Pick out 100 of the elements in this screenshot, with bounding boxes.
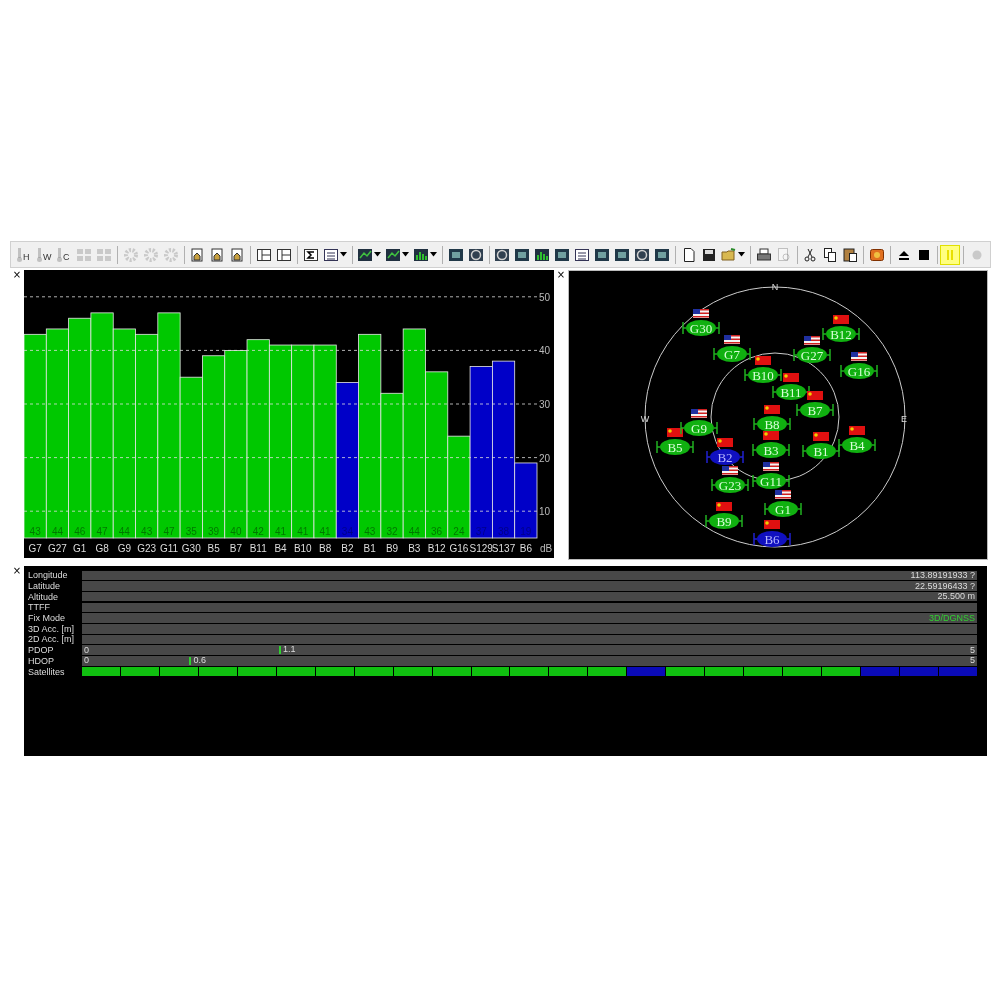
- copy-icon: [822, 246, 839, 263]
- view-icon: [447, 246, 464, 263]
- field-label: HDOP: [28, 655, 55, 666]
- close-button[interactable]: ×: [12, 566, 22, 576]
- axis-label: B3: [408, 543, 421, 554]
- value-label: 41: [274, 526, 287, 537]
- view-icon: [614, 246, 631, 263]
- tick-label: 40: [539, 345, 551, 357]
- field-value: 25.500 m: [936, 592, 976, 602]
- axis-title: dB: [540, 543, 553, 554]
- value-label: 46: [74, 526, 86, 537]
- value-label: 38: [498, 526, 510, 537]
- panel-icon: [275, 246, 292, 263]
- doc-icon: [209, 246, 226, 263]
- axis-label: G16: [449, 543, 469, 554]
- gauge-min: 0: [83, 656, 90, 666]
- field-value: 22.59196433 ?: [913, 581, 976, 591]
- bars-icon: [413, 246, 430, 263]
- axis-label: B7: [229, 543, 242, 554]
- value-label: 39: [208, 526, 220, 537]
- axis-label: B5: [207, 543, 220, 554]
- field-label: 3D Acc. [m]: [28, 623, 75, 634]
- axis-label: B1: [363, 543, 376, 554]
- field-label: Satellites: [28, 666, 66, 677]
- axis-label: S129: [469, 543, 493, 554]
- caret-icon: [738, 252, 746, 257]
- value-label: 43: [29, 526, 41, 537]
- caret-icon: [339, 252, 347, 257]
- axis-label: G11: [159, 543, 179, 554]
- tick-label: 20: [539, 452, 551, 464]
- axis-label: G7: [28, 543, 42, 554]
- axis-label: B8: [319, 543, 332, 554]
- caret-icon: [430, 252, 438, 257]
- axis-label: B9: [385, 543, 399, 554]
- close-button[interactable]: ×: [12, 270, 22, 280]
- value-label: 44: [51, 526, 63, 537]
- value-label: 41: [319, 526, 331, 537]
- tick-label: 30: [539, 399, 551, 410]
- value-label: 47: [163, 526, 175, 537]
- list-icon: [322, 246, 339, 263]
- file-icon: [681, 246, 698, 263]
- chart-icon: [357, 246, 374, 263]
- axis-label: G1: [73, 543, 87, 554]
- cut-icon: [802, 246, 819, 263]
- globe-icon: [634, 246, 651, 263]
- compass-label: N: [771, 282, 779, 292]
- gauge-max: 5: [969, 645, 976, 655]
- gear-icon: [142, 246, 159, 263]
- axis-label: G23: [137, 543, 157, 554]
- field-label: Fix Mode: [28, 613, 66, 624]
- grid-icon: [96, 246, 112, 263]
- axis-label: B11: [249, 543, 267, 554]
- paste-icon: [842, 246, 859, 263]
- value-label: 36: [431, 526, 443, 537]
- value-label: 34: [341, 526, 353, 537]
- axis-label: B6: [519, 543, 532, 554]
- value-label: 42: [252, 526, 264, 537]
- value-label: 43: [364, 526, 376, 537]
- field-label: Latitude: [28, 581, 62, 592]
- view-icon: [594, 246, 611, 263]
- axis-label: B12: [427, 543, 446, 554]
- tool-icon: [869, 246, 886, 263]
- preview-icon: [775, 246, 792, 263]
- view-icon: [554, 246, 571, 263]
- bars-icon: [534, 246, 551, 263]
- axis-label: S137: [491, 543, 516, 554]
- axis-label: B4: [274, 543, 287, 554]
- axis-label: B2: [341, 543, 354, 554]
- close-button[interactable]: ×: [556, 270, 566, 280]
- value-label: 44: [408, 526, 420, 537]
- value-label: 32: [386, 526, 398, 537]
- caret-icon: [374, 252, 382, 257]
- print-icon: [755, 246, 772, 263]
- grid-icon: [76, 246, 92, 263]
- axis-label: G9: [117, 543, 132, 554]
- field-label: Altitude: [28, 591, 60, 602]
- value-label: 41: [297, 526, 309, 537]
- caret-icon: [402, 252, 410, 257]
- tick-label: 50: [539, 291, 551, 303]
- value-label: 44: [118, 526, 130, 537]
- value-label: 47: [96, 526, 108, 537]
- doc-icon: [229, 246, 246, 263]
- field-value: 3D/DGNSS: [928, 613, 976, 623]
- value-label: 43: [141, 526, 153, 537]
- gauge-min: 0: [83, 645, 90, 655]
- gear-icon: [162, 246, 179, 263]
- doc-icon: [189, 246, 206, 263]
- chart-icon: [385, 246, 402, 263]
- field-label: Longitude: [28, 570, 69, 581]
- axis-label: G8: [95, 543, 109, 554]
- field-value: 113.89191933 ?: [909, 570, 976, 580]
- globe-icon: [467, 246, 484, 263]
- value-label: 19: [520, 526, 532, 537]
- gear-icon: [122, 246, 139, 263]
- compass-label: W: [640, 414, 650, 424]
- field-label: PDOP: [28, 645, 55, 656]
- globe-icon: [494, 246, 511, 263]
- compass-label: E: [901, 414, 907, 424]
- gauge-reading: 0.6: [193, 656, 206, 666]
- gauge-max: 5: [969, 656, 976, 666]
